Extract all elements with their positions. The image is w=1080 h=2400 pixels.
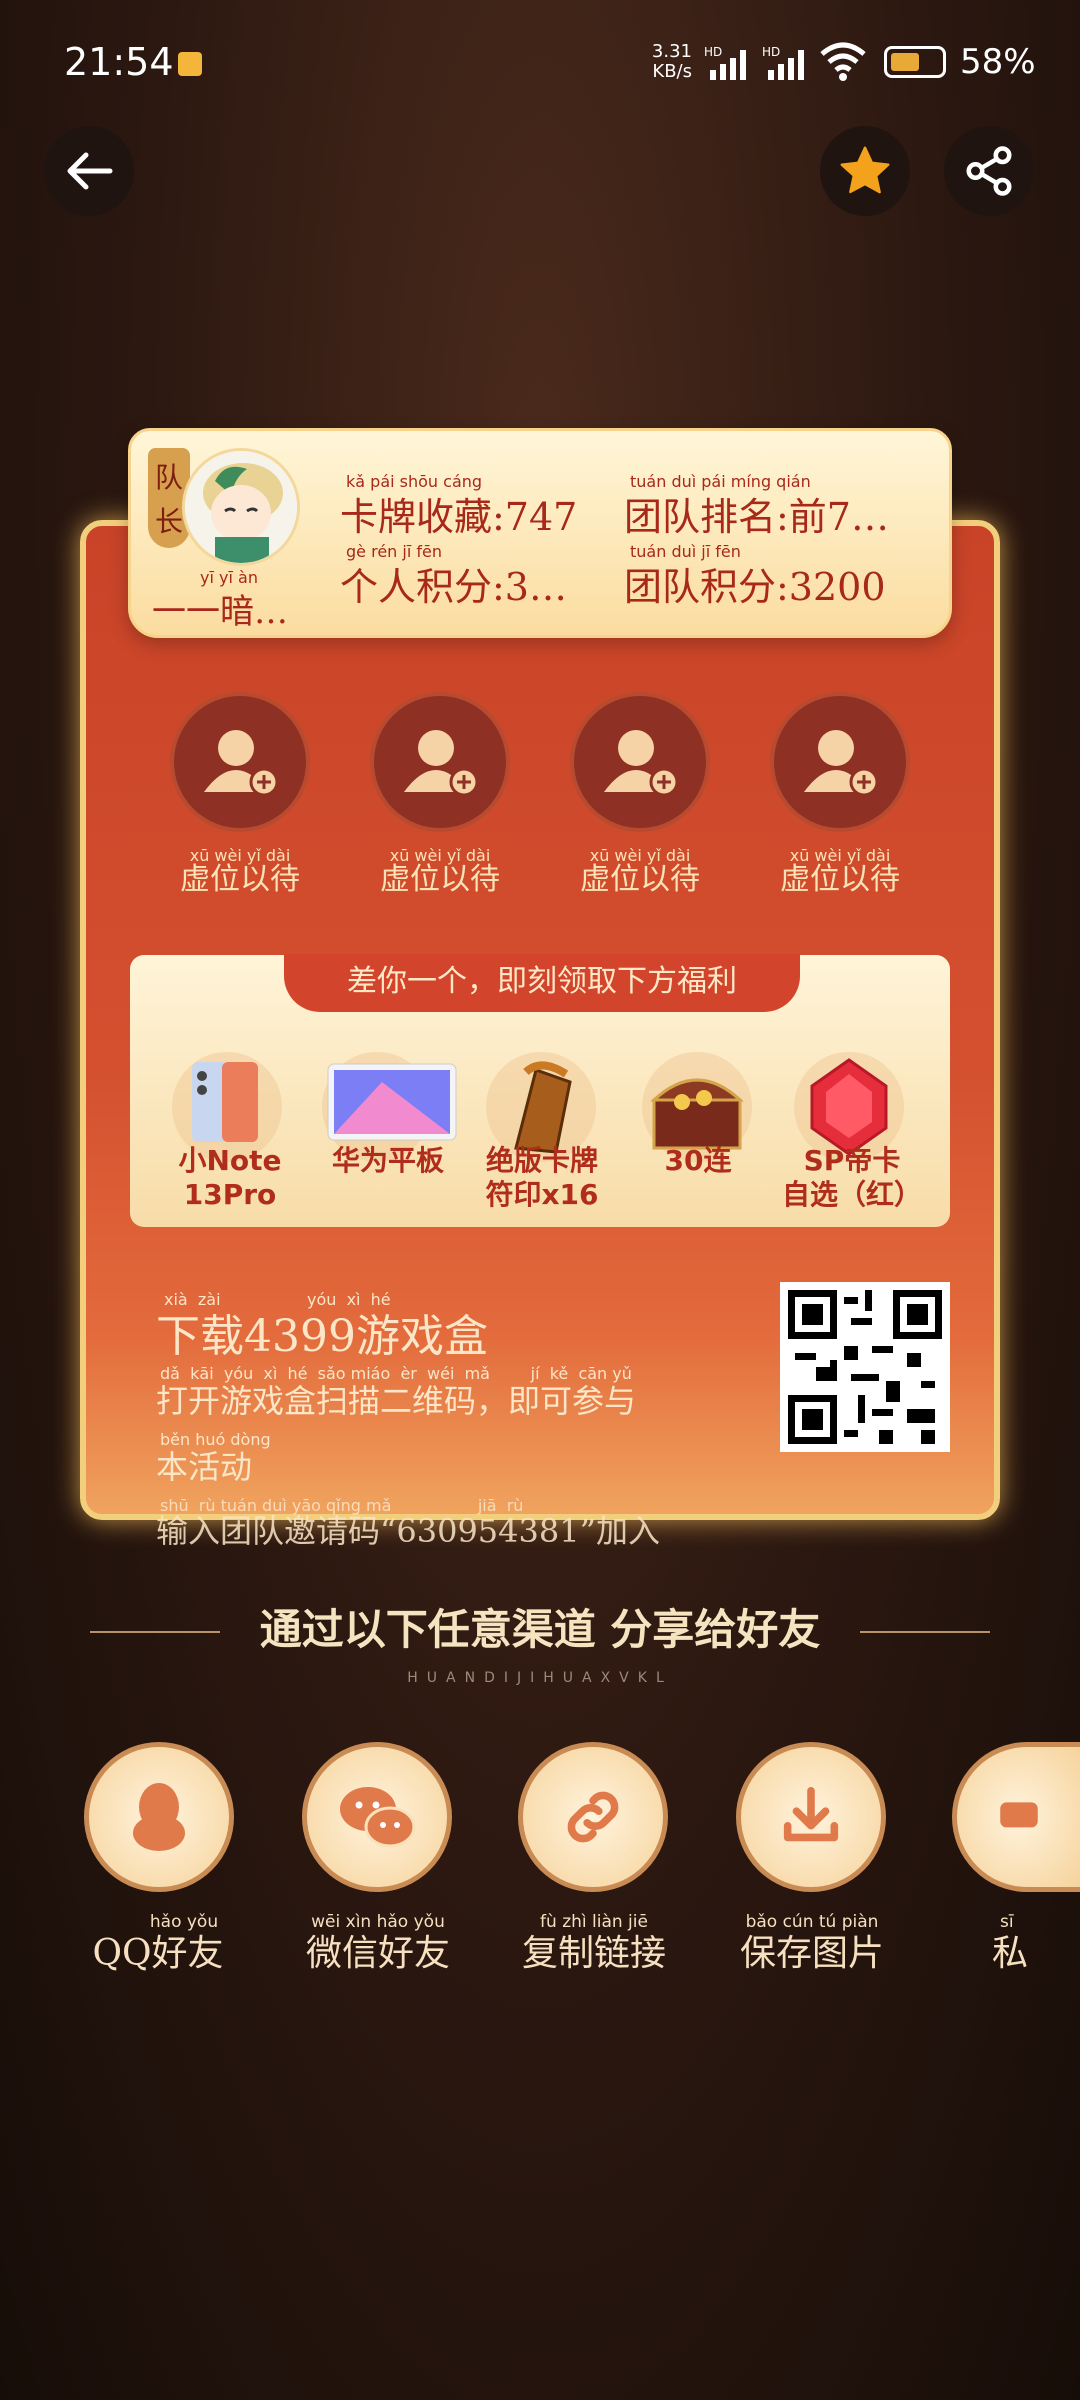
battery-fill <box>891 53 919 71</box>
slot-label: 虚位以待 <box>780 862 900 897</box>
share-qq-button[interactable] <box>84 1742 234 1892</box>
add-user-icon <box>404 730 479 797</box>
share-label: 复制链接 <box>521 1933 666 1974</box>
prize-label: 30连 <box>618 1144 778 1178</box>
status-time: 21:54 <box>64 40 174 84</box>
qq-penguin-icon <box>133 1783 185 1851</box>
invite-slot-1[interactable] <box>170 692 310 832</box>
share-private-message-button[interactable] <box>952 1742 1080 1892</box>
back-button[interactable] <box>44 126 134 216</box>
prize-label: SP帝卡 自选（红） <box>772 1144 932 1212</box>
wifi-icon <box>820 42 866 81</box>
status-bar: 21:54 3.31 KB/s HD HD 58% <box>0 0 1080 130</box>
prize-label: 绝版卡牌 符印x16 <box>462 1144 622 1212</box>
prize-label-line: 自选（红） <box>781 1178 922 1211</box>
prize-label-line: 小Note <box>178 1144 282 1177</box>
prize-label: 小Note 13Pro <box>150 1144 310 1212</box>
prize-label-line: SP帝卡 <box>803 1144 901 1177</box>
message-icon <box>999 1802 1038 1828</box>
share-label: 微信好友 <box>305 1933 450 1974</box>
share-label: QQ好友 <box>92 1933 224 1974</box>
rewards-header: 差你一个，即刻领取下方福利 <box>284 954 800 1012</box>
share-label: 保存图片 <box>739 1933 884 1974</box>
battery-percent: 58% <box>960 42 1036 82</box>
share-wechat-button[interactable] <box>302 1742 452 1892</box>
arrow-left-icon <box>67 152 113 190</box>
svg-text:HD: HD <box>704 45 722 59</box>
signal-icon: HD <box>704 45 746 80</box>
invite-slot-4[interactable] <box>770 692 910 832</box>
prize-label-line: 符印x16 <box>485 1178 599 1211</box>
prize-label-line: 30连 <box>664 1144 732 1177</box>
share-button[interactable] <box>944 126 1034 216</box>
invite-slot-3[interactable] <box>570 692 710 832</box>
card-collection-stat: 卡牌收藏:747 <box>340 495 578 539</box>
slot-label: 虚位以待 <box>380 862 500 897</box>
invite-slot-2[interactable] <box>370 692 510 832</box>
share-label: 私 <box>992 1933 1029 1974</box>
link-icon <box>567 1791 619 1843</box>
captain-name: 一一暗… <box>152 592 288 632</box>
share-subtitle: HUANDIJIHUAXVKL <box>407 1670 673 1686</box>
add-user-icon <box>804 730 879 797</box>
personal-score-stat: 个人积分:3… <box>340 565 567 609</box>
prize-label-line: 绝版卡牌 <box>485 1144 598 1177</box>
star-icon <box>840 146 890 194</box>
rate-value: 3.31 <box>651 41 692 62</box>
prize-label-line: 华为平板 <box>331 1144 444 1177</box>
prize-label: 华为平板 <box>308 1144 468 1178</box>
svg-text:HD: HD <box>762 45 780 59</box>
favorite-button[interactable] <box>820 126 910 216</box>
qr-code-image <box>788 1290 942 1444</box>
prize-label-line: 13Pro <box>183 1178 277 1211</box>
team-score-stat: 团队积分:3200 <box>624 565 886 609</box>
notification-icon <box>178 52 202 76</box>
avatar-image <box>185 451 297 563</box>
share-title: 通过以下任意渠道 分享给好友 <box>259 1605 821 1654</box>
team-rank-stat: 团队排名:前7… <box>624 495 889 539</box>
add-user-icon <box>204 730 279 797</box>
battery-icon <box>884 46 946 78</box>
copy-link-button[interactable] <box>518 1742 668 1892</box>
network-rate: 3.31 KB/s <box>650 42 692 82</box>
slot-label: 虚位以待 <box>580 862 700 897</box>
download-icon <box>783 1786 839 1842</box>
download-title: 下载4399游戏盒 <box>156 1311 488 1362</box>
captain-avatar[interactable] <box>182 448 300 566</box>
download-instruction-cont: 本活动 <box>156 1448 253 1486</box>
invite-code-text: 输入团队邀请码“630954381”加入 <box>156 1512 660 1550</box>
rate-unit: KB/s <box>652 61 692 82</box>
signal-icon-2: HD <box>762 45 804 80</box>
wechat-icon <box>340 1787 416 1848</box>
slot-label: 虚位以待 <box>180 862 300 897</box>
share-icon <box>966 146 1012 196</box>
qr-code[interactable] <box>780 1282 950 1452</box>
save-image-button[interactable] <box>736 1742 886 1892</box>
download-instruction: 打开游戏盒扫描二维码，即可参与 <box>156 1382 637 1420</box>
add-user-icon <box>604 730 679 797</box>
